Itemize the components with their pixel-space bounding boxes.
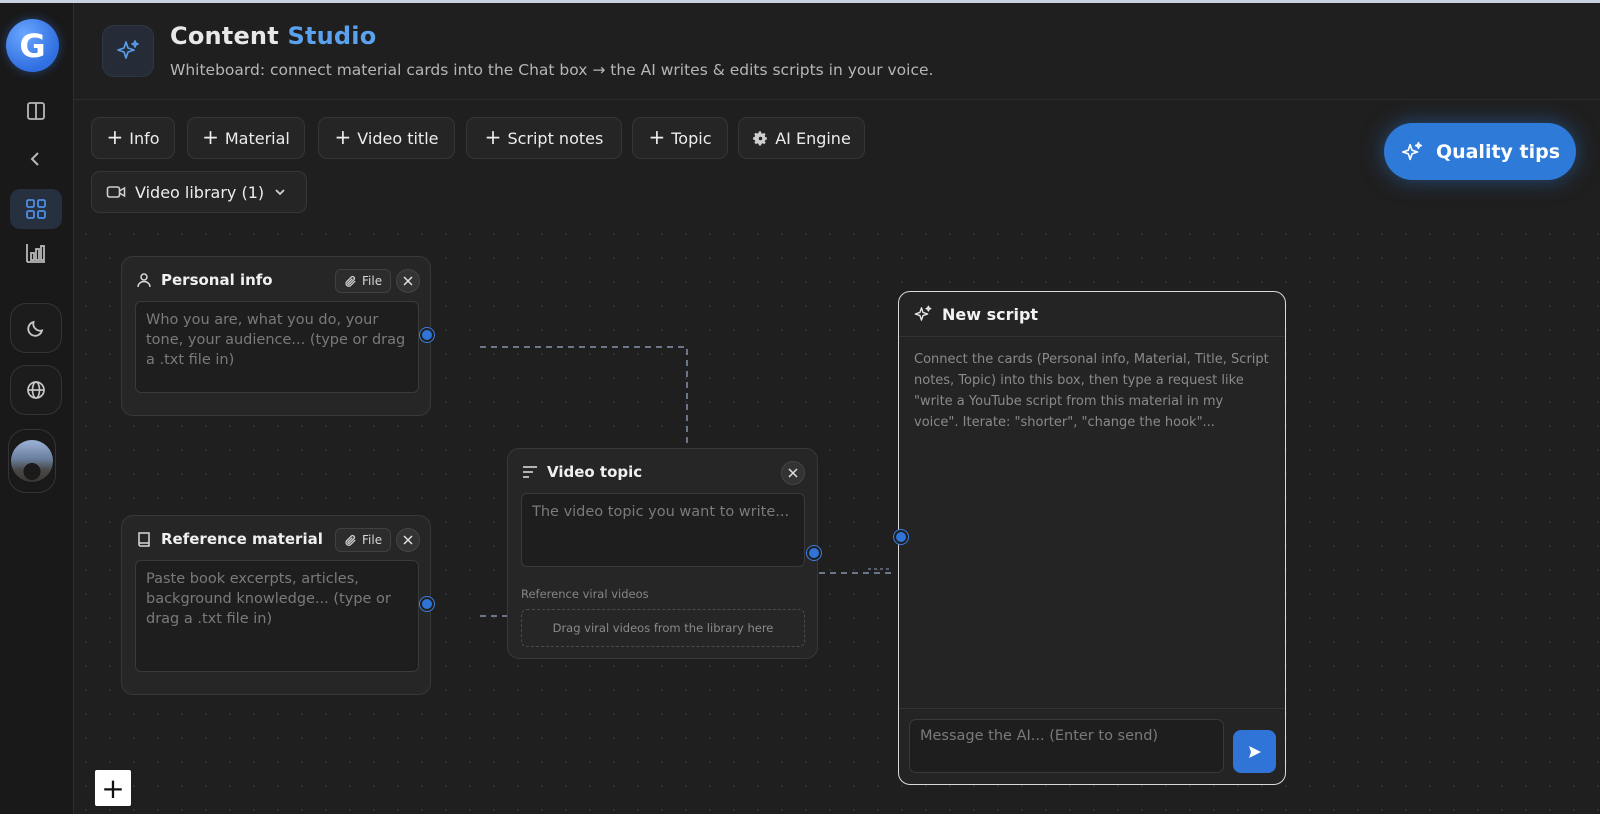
card-header: Reference material	[136, 530, 323, 548]
add-video-title-button[interactable]: + Video title	[318, 117, 455, 159]
plus-icon: +	[334, 125, 352, 149]
globe-icon	[27, 381, 45, 399]
paperclip-icon	[345, 534, 356, 546]
window-top-border	[0, 0, 1600, 3]
language-button[interactable]	[10, 365, 62, 415]
theme-toggle-button[interactable]	[10, 303, 62, 353]
page-title: Content Studio	[170, 22, 377, 50]
add-topic-button[interactable]: + Topic	[632, 117, 728, 159]
close-card-button[interactable]	[781, 461, 805, 485]
new-script-panel[interactable]: New script Connect the cards (Personal i…	[898, 291, 1286, 785]
text-lines-icon	[523, 466, 537, 478]
moon-icon	[27, 320, 44, 337]
sparkle-icon	[914, 305, 932, 321]
close-card-button[interactable]	[396, 269, 420, 293]
close-icon	[403, 276, 413, 286]
gear-icon	[753, 130, 768, 145]
collapse-button[interactable]	[10, 139, 62, 179]
chat-input-area: Message the AI... (Enter to send)	[899, 708, 1285, 784]
close-icon	[788, 468, 798, 478]
sidebar-panel-icon	[27, 102, 45, 120]
attach-file-button[interactable]: File	[335, 528, 392, 552]
nav-whiteboard[interactable]	[10, 189, 62, 229]
nav-analytics[interactable]	[10, 233, 62, 273]
personal-info-output-port[interactable]	[420, 328, 434, 342]
app-logo[interactable]: G	[6, 19, 59, 72]
close-icon	[403, 535, 413, 545]
script-hint: Connect the cards (Personal info, Materi…	[914, 352, 1269, 430]
page-subtitle: Whiteboard: connect material cards into …	[170, 61, 934, 79]
reference-material-output-port[interactable]	[420, 597, 434, 611]
toggle-sidebar-button[interactable]	[10, 91, 62, 131]
header-divider	[74, 99, 1600, 100]
script-header: New script	[899, 292, 1285, 337]
close-card-button[interactable]	[396, 528, 420, 552]
video-library-dropdown[interactable]: Video library (1)	[91, 171, 307, 213]
plus-icon: +	[106, 125, 124, 149]
chevron-down-icon	[275, 189, 285, 196]
plus-icon: +	[484, 125, 502, 149]
quality-tips-button[interactable]: Quality tips	[1384, 123, 1576, 180]
user-avatar-button[interactable]	[8, 429, 56, 493]
video-camera-icon	[106, 186, 126, 198]
add-script-notes-button[interactable]: + Script notes	[466, 117, 622, 159]
sidebar: G	[0, 3, 74, 814]
card-header: Video topic	[522, 463, 642, 481]
ai-engine-button[interactable]: AI Engine	[738, 117, 865, 159]
video-topic-output-port[interactable]	[807, 546, 821, 560]
plus-icon: +	[202, 125, 219, 149]
chevron-left-icon	[30, 152, 39, 166]
new-script-input-port[interactable]	[894, 530, 908, 544]
reference-material-card[interactable]: Reference material File Paste book excer…	[121, 515, 431, 695]
book-icon	[138, 531, 150, 547]
add-material-button[interactable]: + Material	[187, 117, 305, 159]
header-logo	[102, 25, 154, 77]
zoom-in-button[interactable]: +	[95, 770, 131, 806]
card-header: Personal info	[136, 271, 273, 289]
bar-chart-icon	[26, 244, 45, 263]
attach-file-button[interactable]: File	[335, 269, 392, 293]
viral-videos-dropzone[interactable]: Drag viral videos from the library here	[521, 609, 805, 647]
plus-icon: +	[648, 125, 666, 149]
personal-info-input[interactable]: Who you are, what you do, your tone, you…	[135, 301, 419, 393]
send-button[interactable]	[1233, 730, 1276, 773]
reference-material-input[interactable]: Paste book excerpts, articles, backgroun…	[135, 560, 419, 672]
reference-viral-videos-label: Reference viral videos	[521, 587, 649, 601]
video-topic-card[interactable]: Video topic The video topic you want to …	[507, 448, 818, 659]
sparkle-icon	[1401, 141, 1422, 160]
grid-icon	[26, 199, 46, 219]
message-input[interactable]: Message the AI... (Enter to send)	[909, 719, 1224, 773]
user-icon	[137, 273, 151, 288]
personal-info-card[interactable]: Personal info File Who you are, what you…	[121, 256, 431, 416]
paperclip-icon	[345, 275, 356, 287]
add-info-button[interactable]: + Info	[91, 117, 175, 159]
video-topic-input[interactable]: The video topic you want to write...	[521, 493, 805, 567]
send-icon	[1248, 745, 1261, 758]
sparkle-icon	[117, 40, 139, 59]
avatar	[11, 440, 53, 482]
